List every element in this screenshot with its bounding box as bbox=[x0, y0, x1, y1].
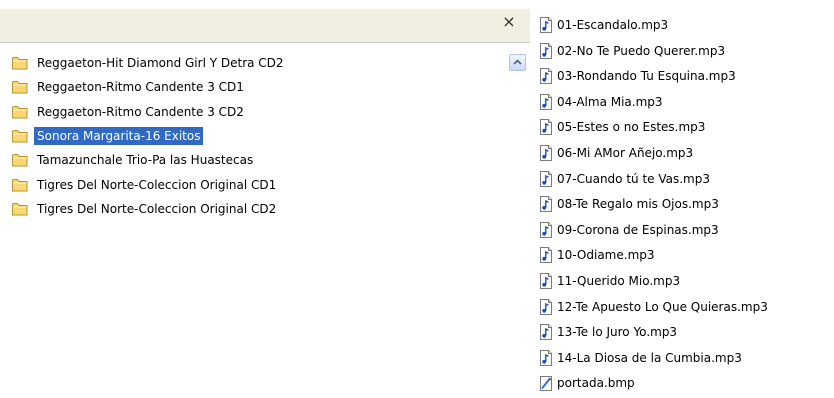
file-label: 03-Rondando Tu Esquina.mp3 bbox=[557, 69, 736, 84]
scroll-up-button[interactable] bbox=[509, 54, 526, 71]
image-file-icon bbox=[538, 375, 554, 392]
audio-file-icon bbox=[538, 17, 554, 33]
folders-pane-header bbox=[0, 9, 530, 43]
file-label: portada.bmp bbox=[557, 376, 635, 391]
audio-file-icon bbox=[538, 170, 554, 187]
folder-item[interactable]: Sonora Margarita-16 Exitos bbox=[12, 126, 204, 146]
file-item[interactable]: 04-Alma Mia.mp3 bbox=[538, 92, 663, 112]
file-label: 07-Cuando tú te Vas.mp3 bbox=[557, 171, 710, 186]
audio-file-icon bbox=[538, 221, 554, 238]
file-item[interactable]: 09-Corona de Espinas.mp3 bbox=[538, 220, 719, 240]
folder-label: Reggaeton-Ritmo Candente 3 CD1 bbox=[37, 80, 244, 95]
file-item[interactable]: 07-Cuando tú te Vas.mp3 bbox=[538, 169, 710, 189]
folder-label: Tigres Del Norte-Coleccion Original CD2 bbox=[37, 201, 277, 216]
audio-file-icon bbox=[538, 93, 554, 110]
folder-label: Tamazunchale Trio-Pa las Huastecas bbox=[37, 153, 254, 168]
file-item[interactable]: 03-Rondando Tu Esquina.mp3 bbox=[538, 66, 736, 86]
folder-item[interactable]: Tigres Del Norte-Coleccion Original CD2 bbox=[12, 199, 279, 219]
folder-icon bbox=[12, 202, 28, 216]
folder-icon bbox=[12, 105, 28, 119]
folder-icon bbox=[12, 153, 28, 167]
folder-icon bbox=[12, 178, 28, 192]
file-item[interactable]: 01-Escandalo.mp3 bbox=[538, 15, 668, 35]
folder-icon bbox=[12, 129, 28, 143]
file-item[interactable]: 02-No Te Puedo Querer.mp3 bbox=[538, 41, 725, 61]
audio-file-icon bbox=[538, 196, 554, 213]
file-item[interactable]: 12-Te Apuesto Lo Que Quieras.mp3 bbox=[538, 297, 768, 317]
folder-label: Tigres Del Norte-Coleccion Original CD1 bbox=[37, 177, 277, 192]
folder-icon bbox=[12, 80, 28, 94]
chevron-up-icon bbox=[513, 59, 522, 65]
file-label: 14-La Diosa de la Cumbia.mp3 bbox=[557, 350, 742, 365]
file-list: 01-Escandalo.mp3 02-No Te Puedo Querer.mp… bbox=[538, 0, 834, 398]
file-item[interactable]: 11-Querido Mio.mp3 bbox=[538, 271, 680, 291]
file-label: 02-No Te Puedo Querer.mp3 bbox=[557, 43, 726, 58]
audio-file-icon bbox=[538, 119, 554, 136]
audio-file-icon bbox=[538, 145, 554, 161]
file-item[interactable]: 08-Te Regalo mis Ojos.mp3 bbox=[538, 194, 719, 214]
file-item[interactable]: portada.bmp bbox=[538, 373, 635, 393]
file-label: 12-Te Apuesto Lo Que Quieras.mp3 bbox=[557, 299, 768, 314]
close-pane-button[interactable]: × bbox=[502, 14, 516, 30]
folder-item[interactable]: Reggaeton-Ritmo Candente 3 CD2 bbox=[12, 102, 247, 122]
audio-file-icon bbox=[538, 42, 554, 59]
folder-item[interactable]: Reggaeton-Hit Diamond Girl Y Detra CD2 bbox=[12, 53, 287, 73]
file-label: 04-Alma Mia.mp3 bbox=[557, 94, 663, 109]
folder-tree-pane: × Reggaeton-Hit Diamond Girl Y Detra CD2… bbox=[0, 0, 530, 398]
file-label: 06-Mi AMor Añejo.mp3 bbox=[557, 146, 694, 160]
audio-file-icon bbox=[538, 324, 554, 341]
file-item[interactable]: 05-Estes o no Estes.mp3 bbox=[538, 117, 705, 137]
file-label: 13-Te lo Juro Yo.mp3 bbox=[557, 325, 678, 340]
folder-item[interactable]: Reggaeton-Ritmo Candente 3 CD1 bbox=[12, 77, 247, 97]
folder-label: Reggaeton-Ritmo Candente 3 CD2 bbox=[37, 104, 244, 119]
file-item[interactable]: 14-La Diosa de la Cumbia.mp3 bbox=[538, 348, 742, 368]
file-item[interactable]: 10-Odiame.mp3 bbox=[538, 245, 655, 265]
folder-icon bbox=[12, 56, 28, 70]
audio-file-icon bbox=[538, 273, 554, 289]
file-label: 09-Corona de Espinas.mp3 bbox=[557, 222, 719, 237]
file-label: 10-Odiame.mp3 bbox=[557, 248, 655, 263]
file-label: 11-Querido Mio.mp3 bbox=[557, 274, 681, 288]
audio-file-icon bbox=[538, 247, 554, 264]
file-item[interactable]: 13-Te lo Juro Yo.mp3 bbox=[538, 322, 677, 342]
folder-label: Reggaeton-Hit Diamond Girl Y Detra CD2 bbox=[37, 56, 284, 70]
file-label: 01-Escandalo.mp3 bbox=[557, 18, 669, 32]
folder-label: Sonora Margarita-16 Exitos bbox=[34, 126, 204, 145]
audio-file-icon bbox=[538, 68, 554, 85]
file-item[interactable]: 06-Mi AMor Añejo.mp3 bbox=[538, 143, 693, 163]
folder-item[interactable]: Tigres Del Norte-Coleccion Original CD1 bbox=[12, 175, 279, 195]
audio-file-icon bbox=[538, 349, 554, 366]
file-label: 05-Estes o no Estes.mp3 bbox=[557, 120, 706, 135]
folder-item[interactable]: Tamazunchale Trio-Pa las Huastecas bbox=[12, 150, 256, 170]
audio-file-icon bbox=[538, 298, 554, 315]
file-label: 08-Te Regalo mis Ojos.mp3 bbox=[557, 197, 719, 212]
